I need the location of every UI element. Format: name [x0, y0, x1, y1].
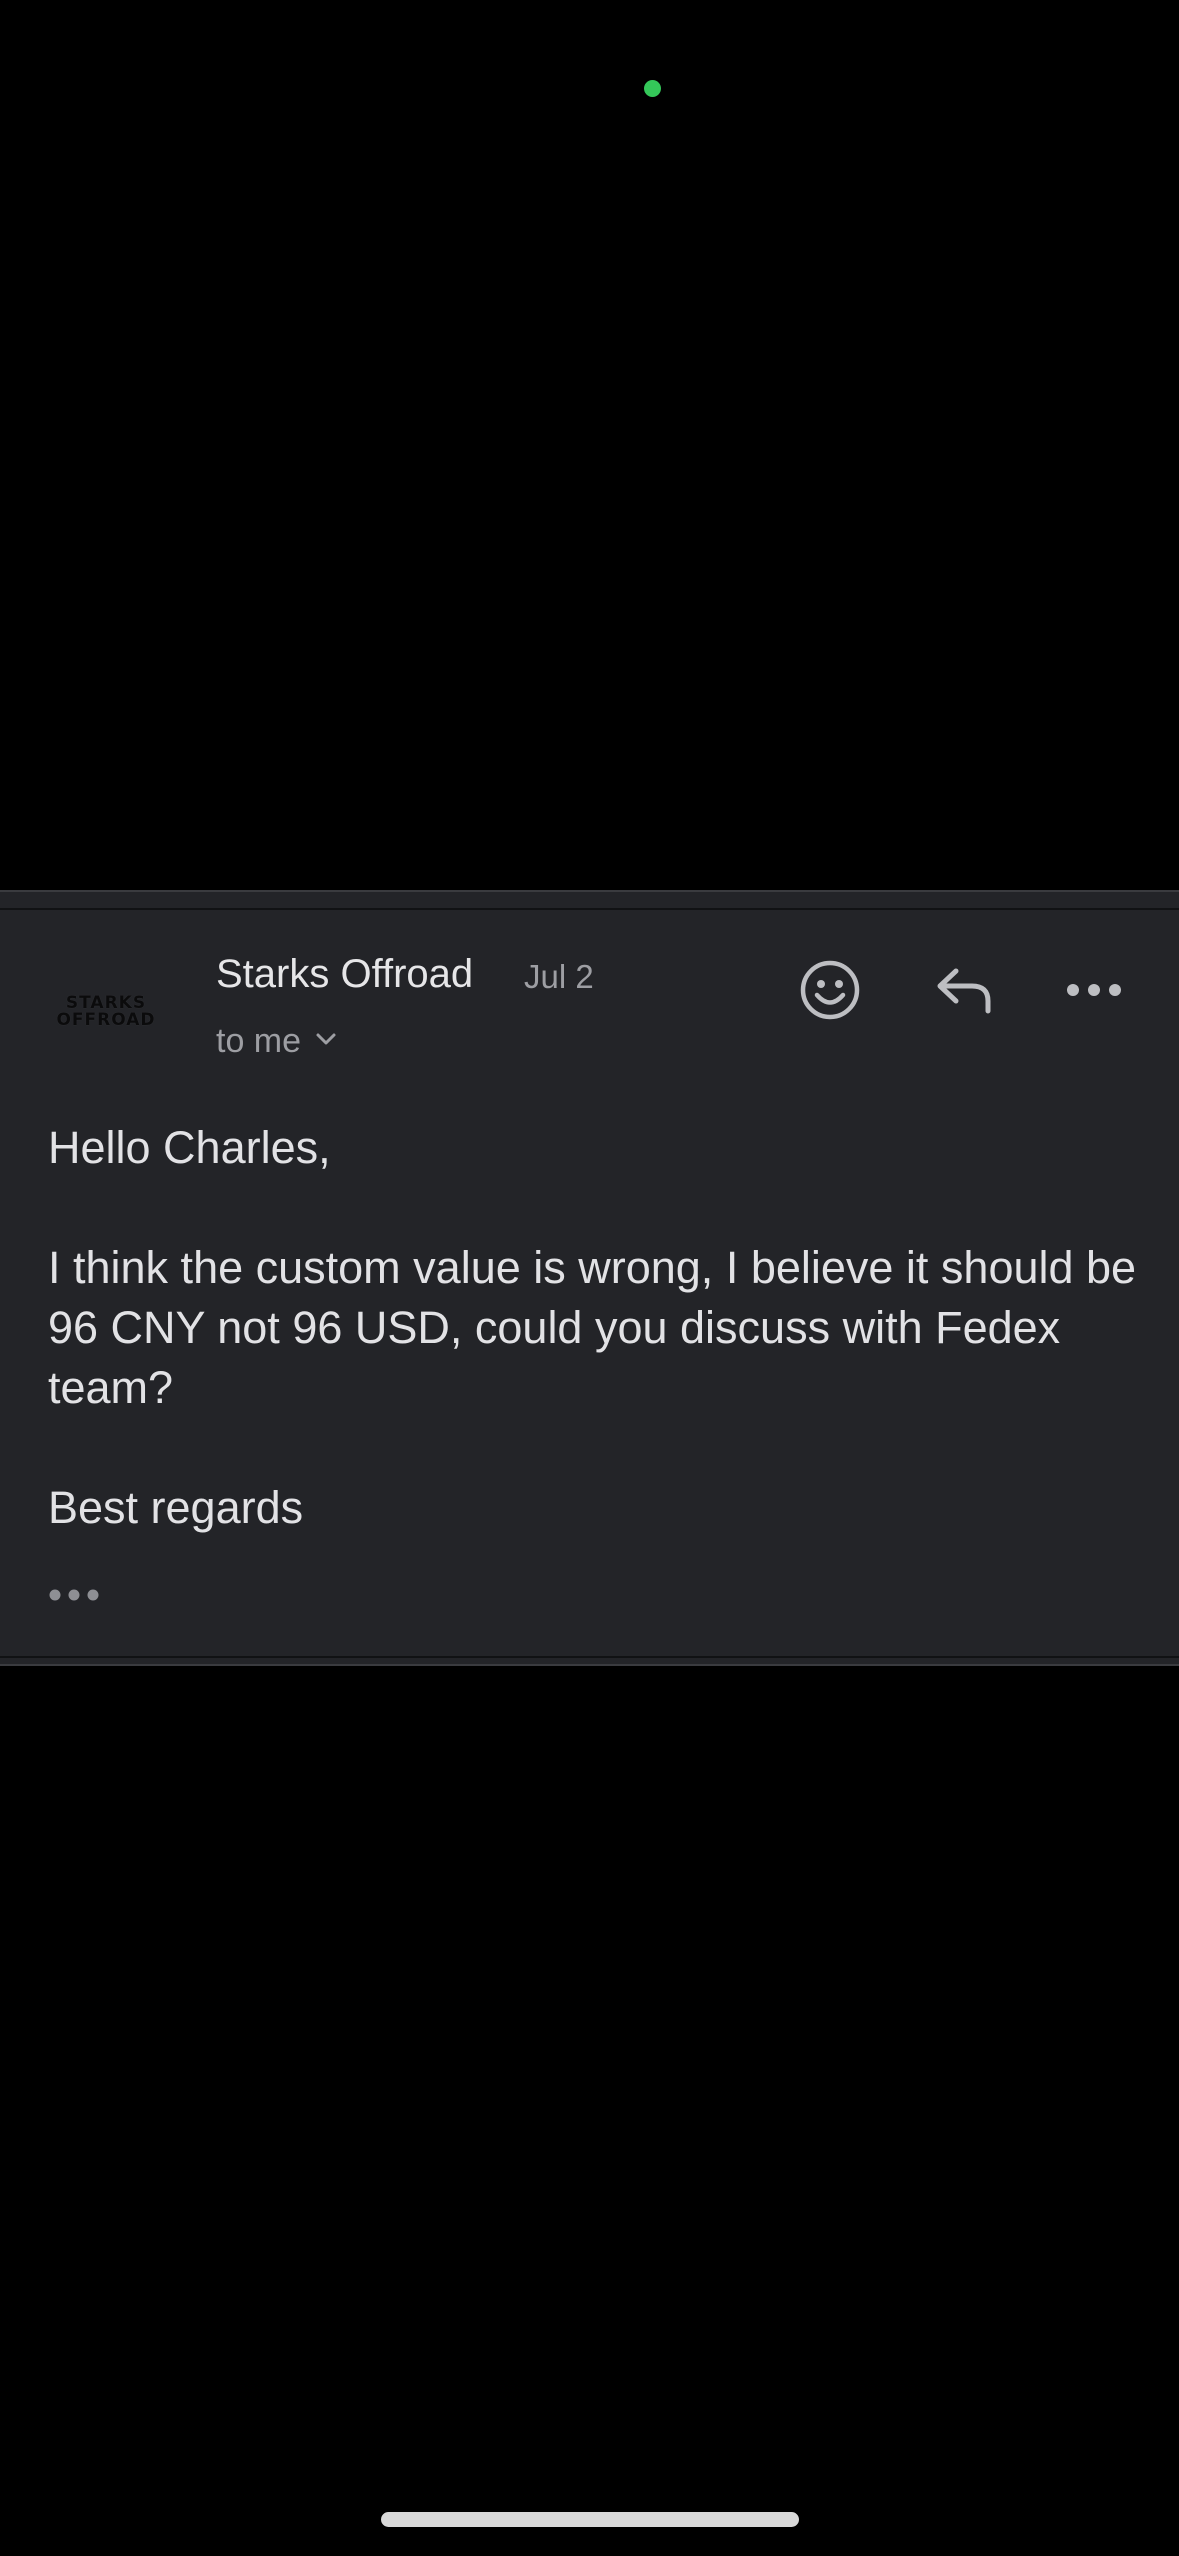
reply-icon: [934, 965, 994, 1020]
recipient-toggle[interactable]: to me: [216, 1022, 337, 1061]
sender-name[interactable]: Starks Offroad: [216, 952, 473, 997]
camera-indicator-dot: [644, 80, 661, 97]
email-body: Hello Charles, I think the custom value …: [48, 1118, 1138, 1538]
body-greeting: Hello Charles,: [48, 1122, 331, 1173]
recipient-label: to me: [216, 1022, 302, 1060]
body-paragraph: I think the custom value is wrong, I bel…: [48, 1242, 1137, 1413]
message-date: Jul 2: [524, 958, 594, 995]
add-reaction-button[interactable]: [790, 952, 870, 1032]
show-trimmed-content-button[interactable]: [48, 1582, 108, 1612]
reply-button[interactable]: [924, 952, 1004, 1032]
sender-avatar[interactable]: STARKS OFFROAD: [44, 992, 168, 1032]
chevron-down-icon: [315, 1032, 337, 1051]
email-message-card: STARKS OFFROAD Starks Offroad Jul 2 to m…: [0, 890, 1179, 1666]
home-indicator[interactable]: [381, 2512, 799, 2527]
more-options-button[interactable]: [1054, 952, 1134, 1032]
body-closing: Best regards: [48, 1482, 304, 1533]
ellipsis-icon: [48, 1588, 100, 1607]
more-icon: [1066, 982, 1122, 1003]
avatar-logo-line2: OFFROAD: [56, 1010, 156, 1030]
emoji-icon: [798, 958, 862, 1027]
